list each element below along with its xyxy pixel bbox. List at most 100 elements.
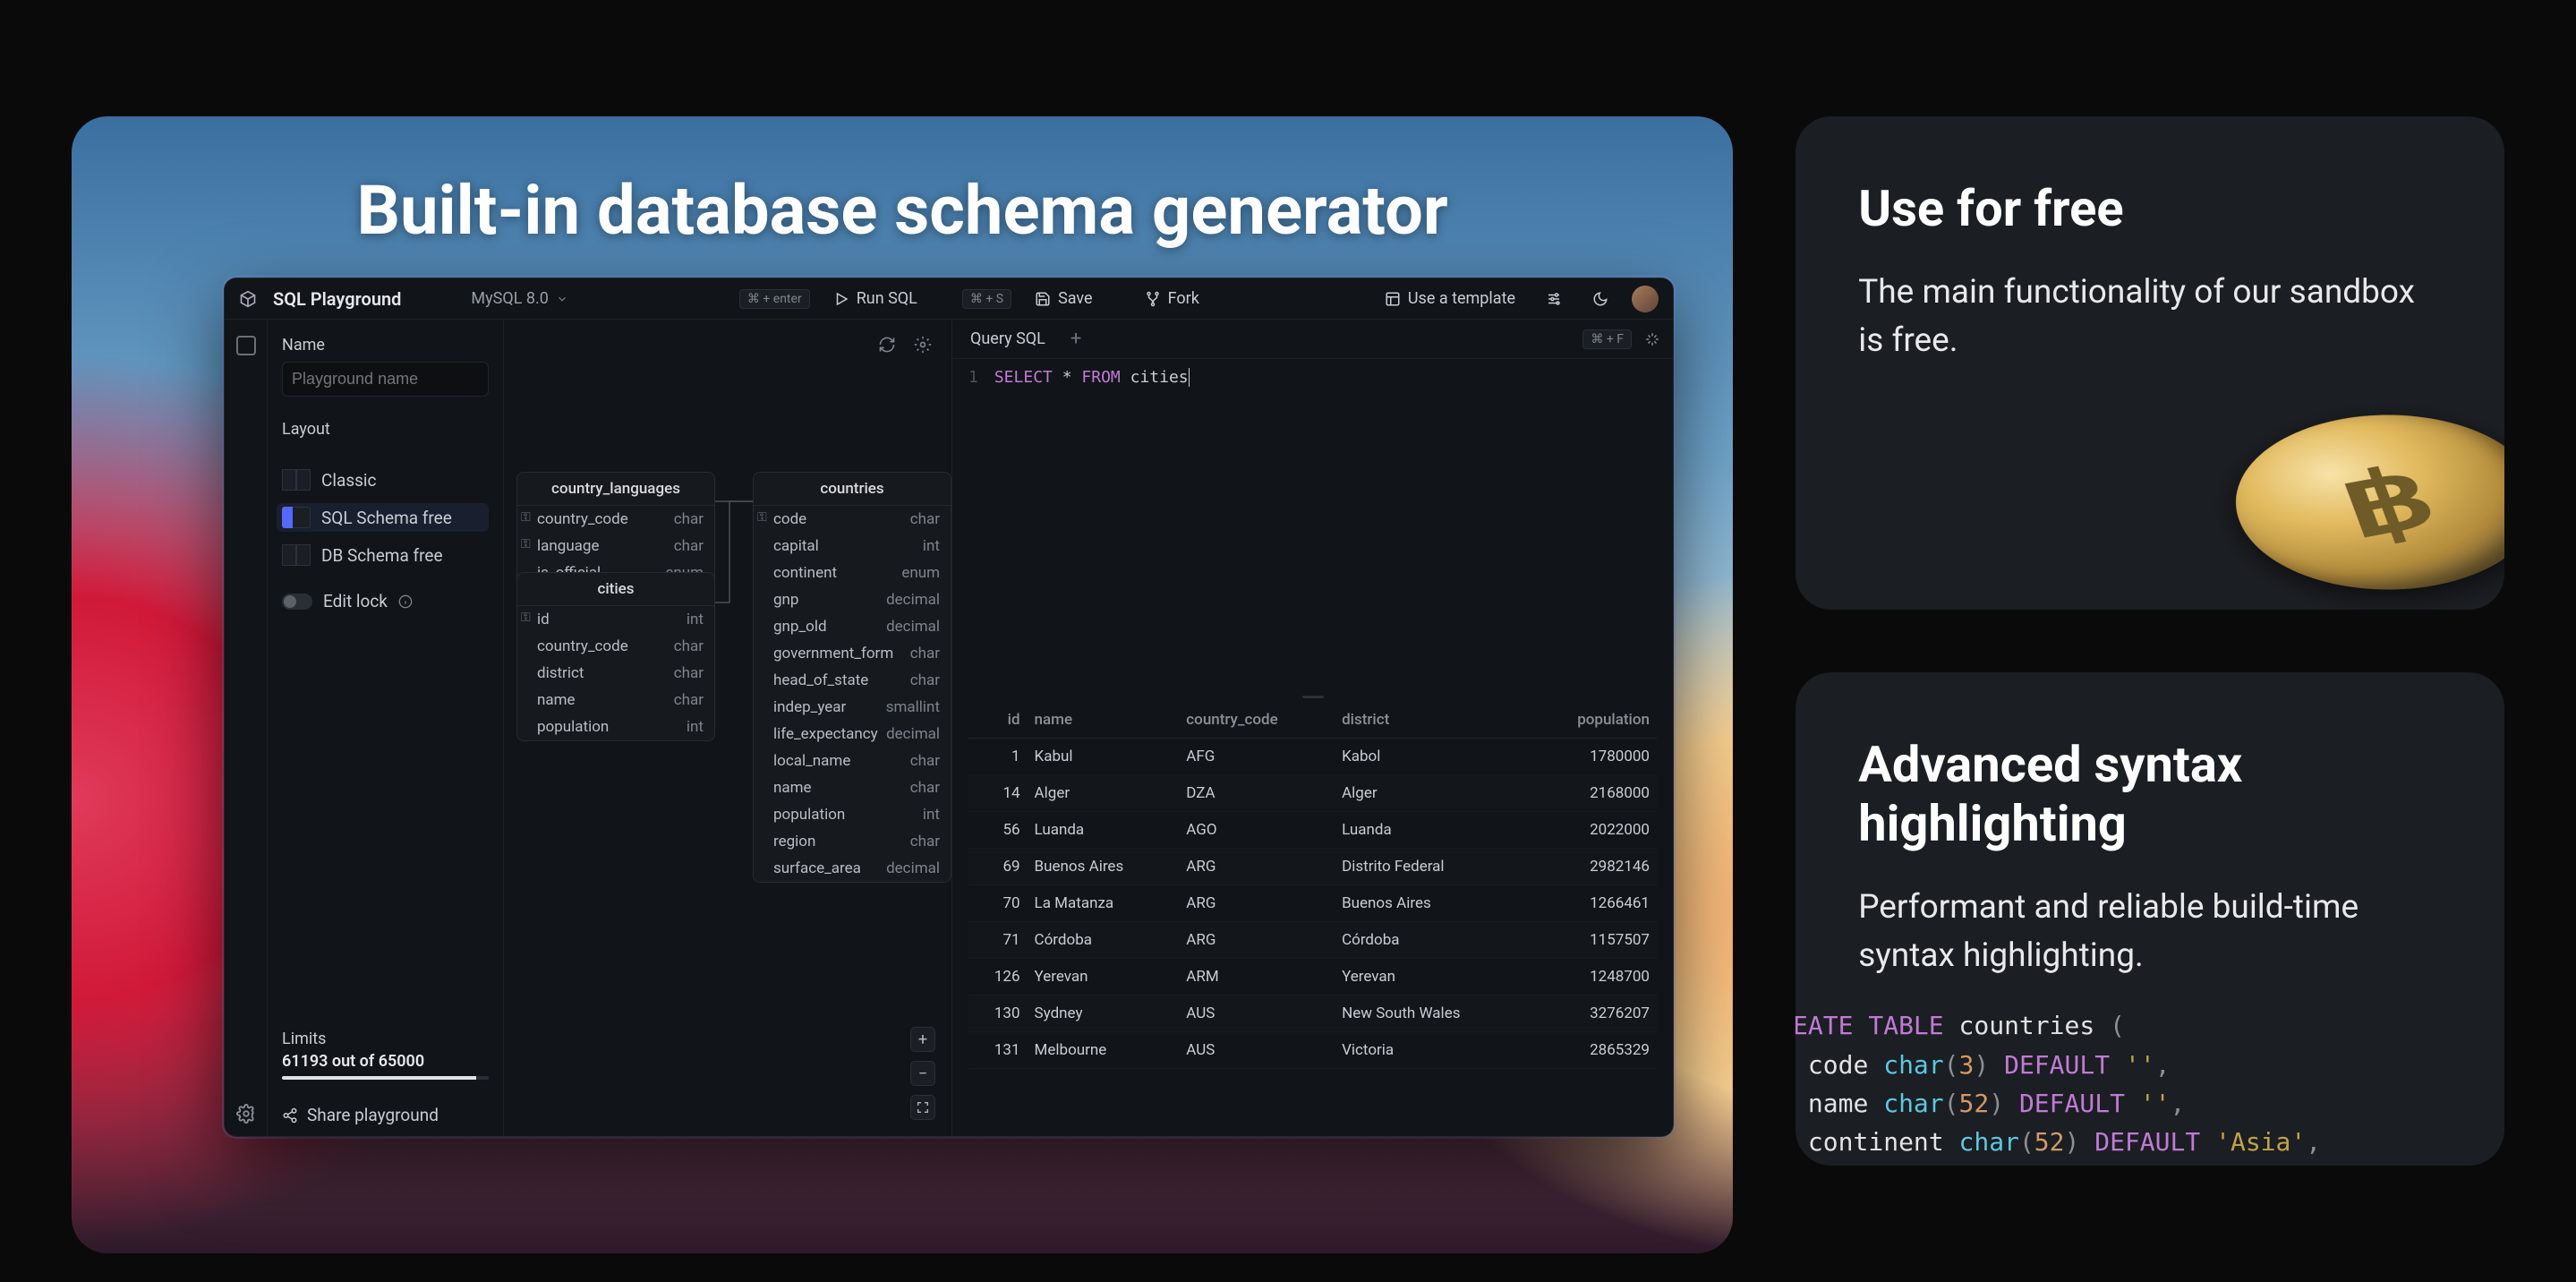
limits-value: 61193 out of 65000 — [282, 1052, 489, 1071]
schema-column: surface_areadecimal — [754, 855, 951, 882]
app-logo-icon — [239, 290, 257, 308]
schema-column: local_namechar — [754, 748, 951, 774]
pane-resize-handle[interactable] — [952, 691, 1673, 702]
user-avatar[interactable] — [1632, 286, 1659, 312]
results-grid[interactable]: idnamecountry_codedistrictpopulation 1Ka… — [952, 702, 1673, 1136]
schema-column: head_of_statechar — [754, 667, 951, 694]
layout-option-db-schema-free[interactable]: DB Schema free — [282, 543, 489, 568]
table-row[interactable]: 126YerevanARMYerevan1248700 — [968, 959, 1657, 996]
left-rail — [225, 320, 268, 1136]
card-title: Use for free — [1858, 179, 2442, 238]
code-sample: REATE TABLE countries ( code char(3) DEF… — [1796, 979, 2442, 1166]
column-header[interactable]: country_code — [1179, 702, 1335, 739]
layout-option-sql-schema-free[interactable]: SQL Schema free — [277, 503, 489, 532]
panel-toggle-button[interactable] — [236, 336, 256, 355]
expand-icon — [916, 1100, 930, 1115]
share-icon — [282, 1107, 298, 1124]
query-tabs: Query SQL + ⌘ + F — [952, 320, 1673, 359]
table-row[interactable]: 56LuandaAGOLuanda2022000 — [968, 812, 1657, 849]
share-playground-button[interactable]: Share playground — [282, 1105, 489, 1125]
limits-progress — [282, 1076, 489, 1080]
coin-icon — [2207, 398, 2504, 605]
schema-column: districtchar — [517, 660, 714, 687]
table-row[interactable]: 70La MatanzaARGBuenos Aires1266461 — [968, 885, 1657, 922]
schema-column: country_codechar — [517, 506, 714, 533]
layout-label: Layout — [282, 420, 489, 439]
table-row[interactable]: 130SydneyAUSNew South Wales3276207 — [968, 996, 1657, 1032]
card-body: The main functionality of our sandbox is… — [1858, 269, 2442, 364]
theme-toggle-button[interactable] — [1585, 291, 1616, 307]
settings-toggle-button[interactable] — [1539, 291, 1569, 307]
template-icon — [1385, 291, 1401, 307]
schema-column: gnp_olddecimal — [754, 613, 951, 640]
schema-column: populationint — [754, 801, 951, 828]
refresh-schema-button[interactable] — [878, 336, 896, 354]
schema-column: regionchar — [754, 828, 951, 855]
sparkle-icon — [1644, 331, 1660, 347]
titlebar: SQL Playground MySQL 8.0 ⌘ + enter Run S… — [225, 278, 1673, 320]
floppy-icon — [1035, 291, 1051, 307]
add-tab-button[interactable]: + — [1065, 320, 1087, 359]
column-header[interactable]: district — [1335, 702, 1530, 739]
info-icon — [398, 594, 413, 609]
gear-icon — [914, 336, 932, 354]
run-kbd: ⌘ + enter — [739, 289, 810, 309]
table-row[interactable]: 71CórdobaARGCórdoba1157507 — [968, 922, 1657, 959]
schema-column: codechar — [754, 506, 951, 533]
layout-sql-icon — [282, 507, 311, 528]
settings-button[interactable] — [236, 1104, 256, 1124]
app-window: SQL Playground MySQL 8.0 ⌘ + enter Run S… — [224, 278, 1674, 1137]
find-kbd: ⌘ + F — [1582, 329, 1632, 349]
schema-column: indep_yearsmallint — [754, 694, 951, 721]
schema-column: gnpdecimal — [754, 586, 951, 613]
schema-column: namechar — [517, 687, 714, 714]
table-row[interactable]: 131MelbourneAUSVictoria2865329 — [968, 1032, 1657, 1069]
schema-column: country_codechar — [517, 633, 714, 660]
zoom-out-button[interactable]: − — [910, 1061, 935, 1086]
sliders-icon — [1546, 291, 1562, 307]
column-header[interactable]: id — [968, 702, 1028, 739]
schema-table-cities[interactable]: cities idintcountry_codechardistrictchar… — [516, 572, 715, 741]
moon-icon — [1592, 291, 1608, 307]
feature-card-schema: Built-in database schema generator SQL P… — [72, 116, 1733, 1253]
card-title: Advanced syntax highlighting — [1858, 735, 2442, 853]
use-template-button[interactable]: Use a template — [1378, 289, 1523, 308]
tab-query-sql[interactable]: Query SQL — [965, 320, 1051, 357]
sql-editor[interactable]: 1 SELECT * FROM cities — [952, 359, 1673, 396]
fullscreen-button[interactable] — [910, 1095, 935, 1120]
fork-icon — [1145, 291, 1161, 307]
table-row[interactable]: 1KabulAFGKabol1780000 — [968, 739, 1657, 775]
run-sql-button[interactable]: Run SQL — [826, 289, 925, 308]
schema-column: capitalint — [754, 533, 951, 560]
layout-option-classic[interactable]: Classic — [282, 467, 489, 492]
limits-label: Limits — [282, 1030, 489, 1048]
ai-assist-button[interactable] — [1644, 331, 1660, 347]
schema-column: namechar — [754, 774, 951, 801]
playground-name-input[interactable] — [282, 362, 489, 397]
schema-column: continentenum — [754, 560, 951, 586]
schema-column: idint — [517, 606, 714, 633]
edit-lock-toggle[interactable] — [282, 594, 312, 610]
schema-column: government_formchar — [754, 640, 951, 667]
fork-button[interactable]: Fork — [1138, 289, 1207, 308]
feature-card-syntax: Advanced syntax highlighting Performant … — [1796, 672, 2504, 1166]
gear-icon — [236, 1104, 256, 1124]
zoom-in-button[interactable]: + — [910, 1027, 935, 1052]
db-selector[interactable]: MySQL 8.0 — [471, 289, 567, 308]
card-body: Performant and reliable build-time synta… — [1858, 884, 2442, 979]
feature-card-free: Use for free The main functionality of o… — [1796, 116, 2504, 610]
schema-settings-button[interactable] — [914, 336, 932, 354]
table-row[interactable]: 69Buenos AiresARGDistrito Federal2982146 — [968, 849, 1657, 885]
layout-db-icon — [282, 544, 311, 566]
schema-table-countries[interactable]: countries codecharcapitalintcontinentenu… — [753, 472, 951, 883]
schema-column: populationint — [517, 714, 714, 740]
table-row[interactable]: 14AlgerDZAAlger2168000 — [968, 775, 1657, 812]
save-button[interactable]: Save — [1028, 289, 1100, 308]
save-kbd: ⌘ + S — [962, 289, 1011, 309]
column-header[interactable]: population — [1530, 702, 1657, 739]
schema-diagram[interactable]: country_languages country_codecharlangua… — [504, 320, 951, 1136]
column-header[interactable]: name — [1028, 702, 1180, 739]
layout-classic-icon — [282, 469, 311, 491]
sidebar: Name Layout Classic SQL Schema free DB S… — [268, 320, 504, 1136]
name-label: Name — [282, 336, 489, 355]
